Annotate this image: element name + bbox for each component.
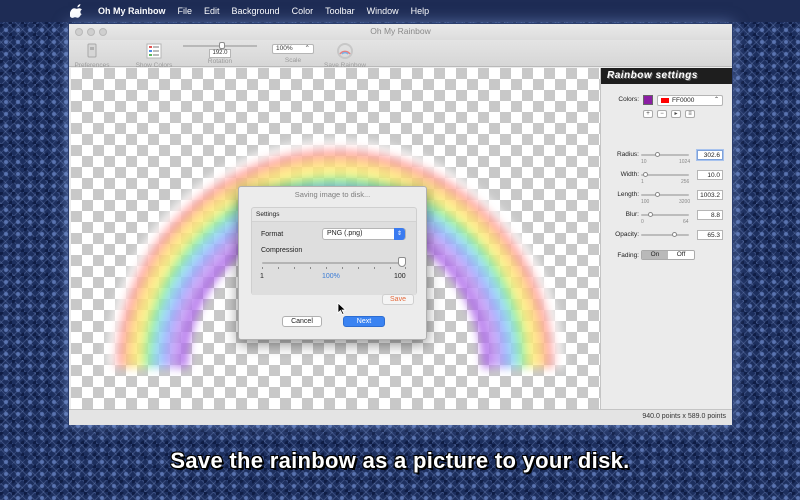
scale-select[interactable]: 100% ⌃	[272, 44, 314, 54]
add-color-button[interactable]: +	[643, 110, 653, 118]
status-bar: 940.0 points x 589.0 points	[69, 409, 732, 425]
scale-label: Scale	[284, 57, 302, 64]
menu-edit[interactable]: Edit	[204, 6, 220, 16]
width-row: Width: 1 256 10.0	[601, 170, 732, 188]
menu-background[interactable]: Background	[232, 6, 280, 16]
chevron-updown-icon: ⌃	[304, 45, 310, 52]
compression-label: Compression	[261, 247, 303, 254]
fading-toggle[interactable]: On Off	[641, 250, 695, 260]
rotation-slider[interactable]	[181, 42, 259, 49]
save-button[interactable]: Save	[382, 294, 414, 305]
compression-slider-knob[interactable]	[398, 257, 406, 267]
compression-slider[interactable]	[262, 262, 406, 264]
blur-value[interactable]: 8.8	[697, 210, 723, 220]
rotation-control[interactable]: 192.0 Rotation	[181, 41, 259, 65]
move-color-button[interactable]: ▸	[671, 110, 681, 118]
save-rainbow-icon	[337, 43, 353, 59]
radius-max: 1024	[679, 159, 691, 165]
caption-text: Save the rainbow as a picture to your di…	[170, 448, 630, 473]
width-max: 256	[681, 179, 690, 185]
radius-value[interactable]: 302.6	[697, 150, 723, 160]
chevron-updown-icon: ⇕	[394, 228, 405, 240]
settings-group-label: Settings	[256, 211, 280, 218]
length-slider[interactable]	[641, 192, 689, 197]
blur-slider-knob[interactable]	[647, 212, 653, 217]
preferences-button[interactable]: Preferences	[71, 42, 113, 69]
chevron-updown-icon: ⌃	[713, 97, 719, 103]
scale-control[interactable]: 100% ⌃ Scale	[269, 42, 317, 64]
length-slider-knob[interactable]	[654, 192, 660, 197]
width-min: 1	[641, 179, 644, 185]
format-select[interactable]: PNG (.png) ⇕	[322, 228, 406, 240]
width-value[interactable]: 10.0	[697, 170, 723, 180]
radius-slider[interactable]	[641, 152, 689, 157]
radius-min: 10	[641, 159, 647, 165]
colors-row: Colors: FF0000 ⌃	[601, 94, 732, 108]
panel-title: Rainbow settings	[601, 68, 732, 84]
toolbar: Preferences Show Colors 192.0 Rotation 1…	[69, 40, 732, 69]
radius-slider-knob[interactable]	[654, 152, 660, 157]
colors-label: Colors:	[618, 96, 639, 103]
window-title: Oh My Rainbow	[370, 26, 431, 36]
menu-app-name[interactable]: Oh My Rainbow	[98, 6, 166, 16]
fading-off-option[interactable]: Off	[668, 251, 694, 259]
rainbow-settings-panel: Rainbow settings Colors: FF0000 ⌃ + − ▸ …	[600, 68, 732, 409]
length-min: 100	[641, 199, 650, 205]
save-rainbow-button[interactable]: Save Rainbow	[319, 42, 371, 69]
next-button[interactable]: Next	[343, 316, 385, 327]
dialog-title: Saving image to disk...	[294, 190, 371, 199]
blur-label: Blur:	[625, 211, 639, 218]
compression-max: 100	[394, 273, 406, 280]
radius-row: Radius: 10 1024 302.6	[601, 150, 732, 168]
list-colors-button[interactable]: ≡	[685, 110, 695, 118]
color-select[interactable]: FF0000 ⌃	[657, 95, 723, 106]
menu-help[interactable]: Help	[411, 6, 430, 16]
color-chip	[661, 98, 669, 103]
width-label: Width:	[620, 171, 639, 178]
opacity-label: Opacity:	[615, 231, 639, 238]
blur-row: Blur: 0 64 8.8	[601, 210, 732, 228]
show-colors-button[interactable]: Show Colors	[131, 42, 177, 69]
compression-percent: 100%	[322, 273, 340, 280]
canvas-size-text: 940.0 points x 589.0 points	[642, 413, 726, 420]
opacity-slider[interactable]	[641, 232, 689, 237]
color-swatch[interactable]	[643, 95, 653, 105]
blur-min: 0	[641, 219, 644, 225]
compression-min: 1	[260, 273, 264, 280]
length-label: Length:	[617, 191, 639, 198]
mouse-cursor-icon	[337, 302, 347, 316]
color-list-buttons: + − ▸ ≡	[601, 110, 732, 120]
menu-toolbar[interactable]: Toolbar	[325, 6, 355, 16]
opacity-row: Opacity: 65.3	[601, 230, 732, 248]
menu-bar: Oh My Rainbow File Edit Background Color…	[0, 0, 800, 22]
rotation-value[interactable]: 192.0	[209, 49, 231, 58]
length-value[interactable]: 1003.2	[697, 190, 723, 200]
color-value: FF0000	[672, 97, 695, 104]
length-max: 3200	[679, 199, 691, 205]
fading-row: Fading: On Off	[601, 250, 732, 264]
blur-slider[interactable]	[641, 212, 689, 217]
format-label: Format	[261, 231, 284, 238]
preferences-icon	[87, 43, 97, 58]
length-row: Length: 100 3200 1003.2	[601, 190, 732, 208]
list-colors-icon	[146, 43, 162, 59]
width-slider[interactable]	[641, 172, 689, 177]
menu-color[interactable]: Color	[292, 6, 314, 16]
radius-label: Radius:	[616, 151, 639, 158]
format-value: PNG (.png)	[327, 230, 363, 237]
menu-window[interactable]: Window	[367, 6, 399, 16]
scale-value: 100%	[276, 45, 293, 52]
opacity-value[interactable]: 65.3	[697, 230, 723, 240]
rotation-label: Rotation	[207, 58, 233, 65]
fading-label: Fading:	[617, 252, 639, 259]
cancel-button[interactable]: Cancel	[282, 316, 322, 327]
title-bar: Oh My Rainbow	[69, 24, 732, 40]
remove-color-button[interactable]: −	[657, 110, 667, 118]
apple-icon[interactable]	[70, 4, 84, 18]
fading-on-option[interactable]: On	[642, 251, 668, 259]
blur-max: 64	[683, 219, 689, 225]
menu-file[interactable]: File	[178, 6, 193, 16]
opacity-slider-knob[interactable]	[672, 232, 678, 237]
width-slider-knob[interactable]	[642, 172, 648, 177]
